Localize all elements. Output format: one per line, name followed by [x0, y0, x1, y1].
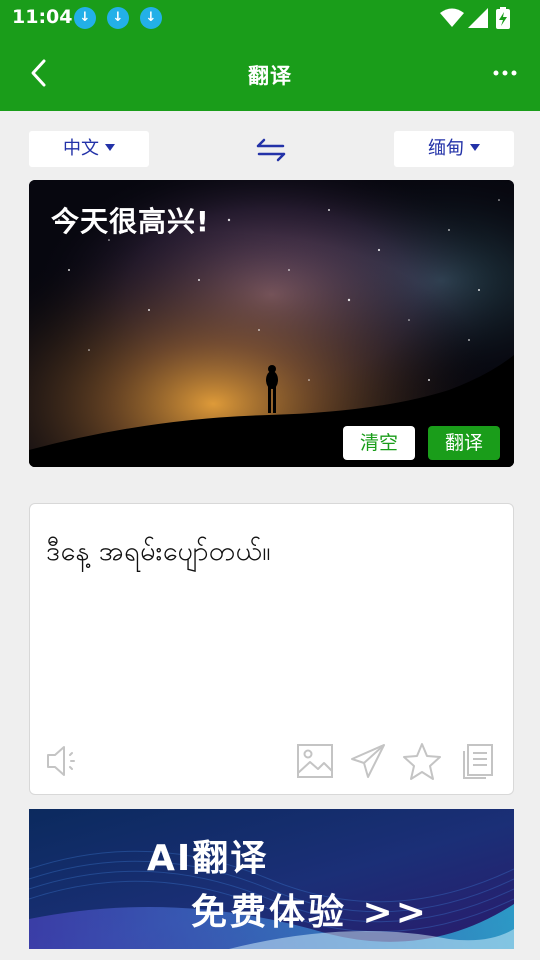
banner-title: AI翻译	[147, 838, 269, 879]
swap-arrows-icon[interactable]	[255, 136, 287, 164]
target-language-label: 缅甸	[428, 138, 464, 159]
download-icon: ↓	[74, 7, 96, 29]
battery-charging-icon	[496, 7, 510, 29]
image-icon[interactable]	[295, 741, 335, 781]
source-language-select[interactable]: 中文	[29, 131, 149, 167]
app-bar: 翻译	[0, 36, 540, 111]
chevron-down-icon	[105, 143, 115, 151]
status-bar: 11:04 ↓ ↓ ↓	[0, 0, 540, 36]
input-card[interactable]: 今天很高兴! 清空 翻译	[29, 180, 514, 467]
page-title: 翻译	[248, 64, 292, 88]
wifi-icon	[440, 8, 464, 27]
input-text[interactable]: 今天很高兴!	[51, 200, 210, 240]
status-time: 11:04	[12, 6, 73, 28]
banner-cta: 免费体验 >>	[191, 892, 429, 933]
download-icon: ↓	[140, 7, 162, 29]
clear-button[interactable]: 清空	[343, 426, 415, 460]
output-card: ဒီနေ့ အရမ်းပျော်တယ်။	[29, 503, 514, 795]
source-language-label: 中文	[63, 138, 99, 159]
more-dots-icon[interactable]	[492, 63, 518, 83]
translate-button[interactable]: 翻译	[428, 426, 500, 460]
output-text: ဒီနေ့ အရမ်းပျော်တယ်။	[46, 536, 271, 567]
speaker-icon[interactable]	[44, 741, 84, 781]
download-icon: ↓	[107, 7, 129, 29]
target-language-select[interactable]: 缅甸	[394, 131, 514, 167]
chevron-down-icon	[470, 143, 480, 151]
ai-translate-banner[interactable]: AI翻译 免费体验 >>	[29, 809, 514, 949]
star-icon[interactable]	[402, 741, 442, 781]
send-icon[interactable]	[348, 741, 388, 781]
copy-icon[interactable]	[458, 741, 498, 781]
system-icons	[426, 6, 526, 30]
cell-signal-icon	[468, 8, 488, 28]
